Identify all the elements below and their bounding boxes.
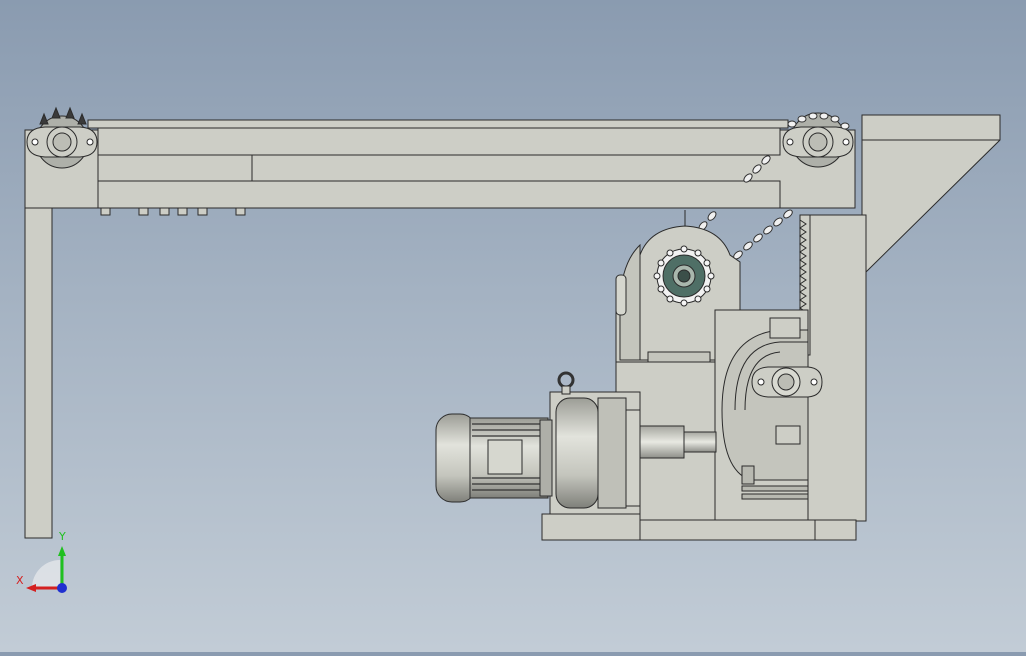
upper-beam <box>97 127 781 156</box>
gear-reducer <box>541 371 641 541</box>
triad-x-label: X <box>16 574 24 587</box>
top-rail <box>87 119 789 129</box>
electric-motor <box>435 413 553 503</box>
base-plate <box>639 519 816 541</box>
cad-viewport[interactable]: X Y <box>0 0 1026 652</box>
inner-block <box>97 154 253 182</box>
hopper <box>861 114 1001 273</box>
triad-y-label: Y <box>59 530 66 543</box>
view-triad[interactable]: X Y <box>14 530 74 600</box>
cad-drawing[interactable] <box>0 0 1026 652</box>
left-leg <box>24 207 53 539</box>
lower-beam <box>97 180 781 209</box>
bolt-row <box>100 207 246 216</box>
